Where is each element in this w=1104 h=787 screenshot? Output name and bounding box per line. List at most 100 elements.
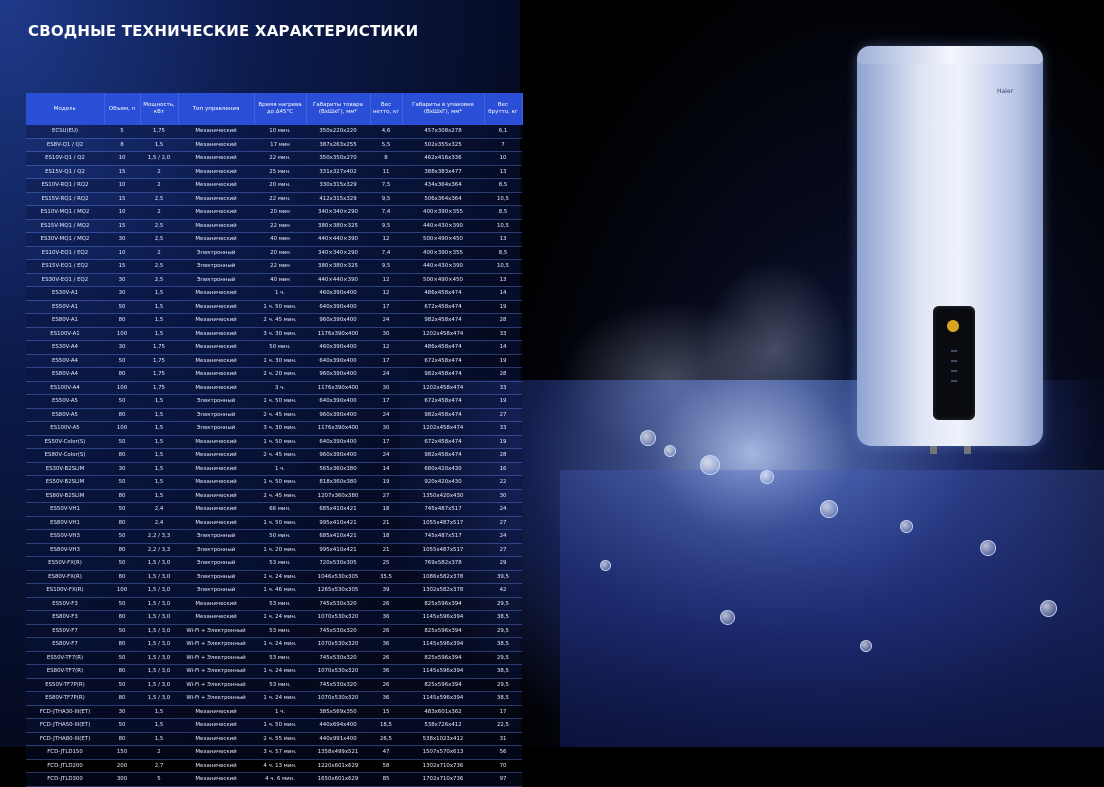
table-row: ES30V-EQ1 / EQ2 30 2,5 Электронный 40 мин 440… <box>26 273 522 287</box>
cell-volume: 80 <box>104 448 140 463</box>
cell-power: 1,5 / 3,0 <box>140 651 178 665</box>
cell-control: Электронный <box>178 583 254 598</box>
cell-package-dimensions: 825x596x394 <box>402 624 484 638</box>
cell-control: Электронный <box>178 556 254 571</box>
water-bubble <box>664 445 676 457</box>
cell-heat-time: 1 ч. 50 мин. <box>254 300 306 314</box>
cell-heat-time: 1 ч. 50 мин. <box>254 435 306 449</box>
cell-dimensions: 1220x601x629 <box>306 759 370 773</box>
table-row: ES50V-VH3 50 2,2 / 3,3 Электронный 50 мин. 68… <box>26 529 522 544</box>
cell-power: 2 <box>140 246 178 260</box>
cell-control: Механический <box>178 165 254 179</box>
cell-dimensions: 1046x530x305 <box>306 570 370 584</box>
cell-volume: 5 <box>104 125 140 139</box>
header-model: Модель <box>26 93 105 125</box>
cell-heat-time: 1 ч. 30 мин. <box>254 354 306 368</box>
cell-power: 1,5 <box>140 300 178 314</box>
cell-net-weight: 36 <box>370 637 402 652</box>
table-row: ES10V-Q1 / Q2 10 1,5 / 2,0 Механический 22 м… <box>26 151 522 166</box>
cell-gross-weight: 38,5 <box>484 664 522 679</box>
cell-net-weight: 26 <box>370 678 402 692</box>
cell-model: FCD-JTHA50-III(ET) <box>26 718 104 733</box>
cell-gross-weight: 39,5 <box>484 570 522 584</box>
cell-package-dimensions: 982x458x474 <box>402 367 484 382</box>
cell-model: ES15V-Q1 / Q2 <box>26 165 104 179</box>
cell-package-dimensions: 486x458x474 <box>402 286 484 301</box>
cell-volume: 80 <box>104 570 140 584</box>
cell-net-weight: 27 <box>370 489 402 503</box>
header-volume: Объем, л <box>104 93 141 125</box>
table-row: FCD-JTHA30-III(ET) 30 1,5 Механический 1 ч. 3… <box>26 705 522 719</box>
cell-gross-weight: 14 <box>484 286 522 301</box>
cell-dimensions: 440x991x400 <box>306 732 370 746</box>
cell-dimensions: 440×440×390 <box>306 232 370 247</box>
table-row: ES80V-F7 80 1,5 / 3,0 Wi-Fi + Электронный 1 … <box>26 637 522 652</box>
cell-heat-time: 53 мин. <box>254 556 306 571</box>
cell-model: ES50V-A4 <box>26 354 104 368</box>
cell-heat-time: 66 мин. <box>254 502 306 517</box>
cell-control: Wi-Fi + Электронный <box>178 624 254 638</box>
cell-model: ES50V-B2SLIM <box>26 475 104 490</box>
cell-gross-weight: 19 <box>484 435 522 449</box>
table-row: ES50V-F3 50 1,5 / 3,0 Механический 53 мин. 74… <box>26 597 522 611</box>
cell-heat-time: 40 мин <box>254 232 306 247</box>
cell-net-weight: 12 <box>370 273 402 287</box>
cell-gross-weight: 28 <box>484 367 522 382</box>
cell-control: Wi-Fi + Электронный <box>178 664 254 679</box>
cell-package-dimensions: 440×430×390 <box>402 259 484 274</box>
cell-gross-weight: 38,5 <box>484 610 522 625</box>
water-bubble <box>860 640 872 652</box>
cell-net-weight: 15 <box>370 705 402 719</box>
cell-package-dimensions: 825x596x394 <box>402 651 484 665</box>
cell-power: 1,5 / 3,0 <box>140 678 178 692</box>
cell-model: ES50V-A1 <box>26 300 104 314</box>
table-row: ES80V-TF7P(R) 80 1,5 / 3,0 Wi-Fi + Электрон… <box>26 691 522 706</box>
cell-gross-weight: 70 <box>484 759 522 773</box>
cell-model: ES50V-FX(R) <box>26 556 104 571</box>
cell-model: FCD-JTLD300 <box>26 772 104 787</box>
cell-model: ES30V-MQ1 / MQ2 <box>26 232 104 247</box>
cell-volume: 30 <box>104 340 140 355</box>
table-row: ES50V-VH1 50 2,4 Механический 66 мин. 685x410… <box>26 502 522 517</box>
cell-package-dimensions: 982x458x474 <box>402 448 484 463</box>
cell-dimensions: 460x390x400 <box>306 340 370 355</box>
cell-volume: 50 <box>104 624 140 638</box>
cell-dimensions: 995x410x421 <box>306 516 370 530</box>
cell-power: 2,5 <box>140 219 178 233</box>
cell-gross-weight: 29,5 <box>484 651 522 665</box>
cell-net-weight: 17 <box>370 435 402 449</box>
table-row: ES15V-MQ1 / MQ2 15 2,5 Механический 22 мин 38… <box>26 219 522 233</box>
cell-dimensions: 440×440×390 <box>306 273 370 287</box>
cell-power: 1,5 <box>140 286 178 301</box>
cell-net-weight: 17 <box>370 394 402 409</box>
cell-model: ES30V-A1 <box>26 286 104 301</box>
cell-gross-weight: 8,5 <box>484 246 522 260</box>
cell-model: ES50V-A5 <box>26 394 104 409</box>
heater-control-panel <box>933 306 975 420</box>
cell-model: ES80V-A5 <box>26 408 104 422</box>
cell-gross-weight: 24 <box>484 529 522 544</box>
cell-heat-time: 20 мин <box>254 246 306 260</box>
cell-net-weight: 17 <box>370 354 402 368</box>
cell-power: 1,5 <box>140 421 178 436</box>
cell-package-dimensions: 745x487x517 <box>402 502 484 517</box>
cell-model: ES30V-A4 <box>26 340 104 355</box>
cell-dimensions: 640x390x400 <box>306 354 370 368</box>
cell-dimensions: 565x360x380 <box>306 462 370 476</box>
cell-control: Электронный <box>178 543 254 557</box>
water-bubble <box>980 540 996 556</box>
table-row: ES50V-TF7(R) 50 1,5 / 3,0 Wi-Fi + Электронн… <box>26 651 522 665</box>
cell-net-weight: 11 <box>370 165 402 179</box>
cell-dimensions: 745x530x320 <box>306 678 370 692</box>
cell-power: 1,5 <box>140 732 178 746</box>
cell-gross-weight: 13 <box>484 232 522 247</box>
cell-net-weight: 36 <box>370 664 402 679</box>
cell-model: ES10V-Q1 / Q2 <box>26 151 104 166</box>
cell-model: FCD-JTHA80-III(ET) <box>26 732 104 746</box>
cell-model: ES10V-RQ1 / RQ2 <box>26 178 104 193</box>
cell-heat-time: 53 мин. <box>254 678 306 692</box>
cell-control: Электронный <box>178 421 254 436</box>
inlet-pipe <box>930 446 937 454</box>
cell-net-weight: 24 <box>370 313 402 328</box>
cell-power: 1,5 <box>140 394 178 409</box>
